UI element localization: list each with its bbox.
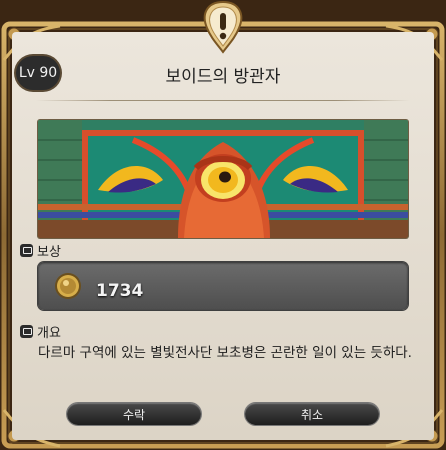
quest-level-badge: Lv 90 bbox=[16, 56, 60, 90]
reward-section-label: 보상 bbox=[20, 241, 61, 260]
reward-heading: 보상 bbox=[37, 245, 61, 260]
accept-button[interactable]: 수락 bbox=[67, 403, 201, 425]
quest-description: 다르마 구역에 있는 별빛전사단 보초병은 곤란한 일이 있는 듯하다. bbox=[38, 345, 412, 361]
gil-amount: 1734 bbox=[96, 281, 144, 301]
summary-heading: 개요 bbox=[37, 326, 61, 341]
quest-exclamation-icon bbox=[199, 0, 247, 54]
quest-banner-image bbox=[38, 120, 408, 238]
reward-icon bbox=[20, 244, 33, 257]
title-divider bbox=[36, 100, 410, 101]
book-icon bbox=[20, 325, 33, 338]
reward-box: 1734 bbox=[38, 262, 408, 310]
summary-section-label: 개요 bbox=[20, 322, 61, 341]
cancel-button[interactable]: 취소 bbox=[245, 403, 379, 425]
gil-coin-icon[interactable] bbox=[54, 272, 82, 300]
quest-title: 보이드의 방관자 bbox=[165, 67, 281, 87]
